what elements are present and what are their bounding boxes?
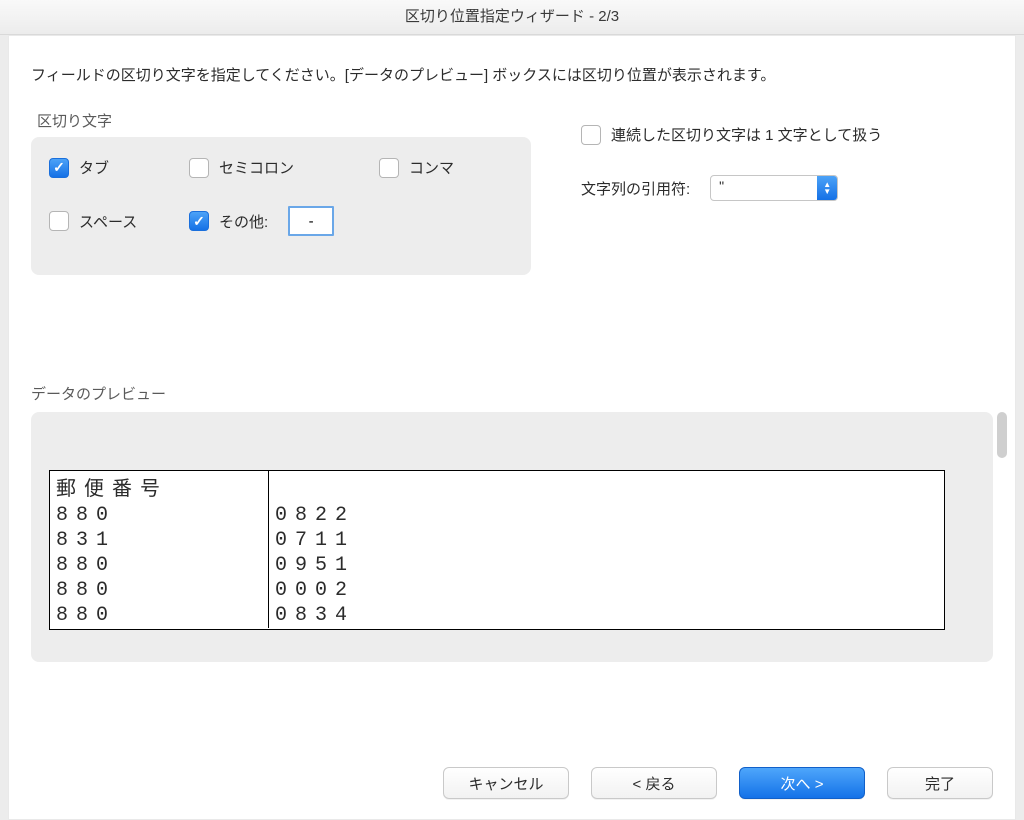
wizard-window: フィールドの区切り文字を指定してください。[データのプレビュー] ボックスには区…: [8, 35, 1016, 820]
text-qualifier-label: 文字列の引用符:: [581, 178, 690, 199]
space-checkbox[interactable]: [49, 211, 69, 231]
tab-checkbox[interactable]: [49, 158, 69, 178]
table-row: 8800951: [50, 553, 944, 578]
preview-cell: 0711: [269, 528, 944, 553]
instruction-text: フィールドの区切り文字を指定してください。[データのプレビュー] ボックスには区…: [31, 64, 993, 88]
next-button[interactable]: 次へ >: [739, 767, 865, 799]
preview-cell: 880: [50, 553, 268, 578]
space-checkbox-label: スペース: [79, 211, 137, 232]
table-row: 8800834: [50, 603, 944, 628]
preview-cell: 0822: [269, 503, 944, 528]
preview-cell: 831: [50, 528, 268, 553]
other-checkbox-label: その他:: [219, 211, 268, 232]
preview-cell: [269, 471, 944, 503]
text-qualifier-select[interactable]: " ▲▼: [710, 175, 838, 201]
preview-cell: 0834: [269, 603, 944, 628]
comma-checkbox[interactable]: [379, 158, 399, 178]
scrollbar-thumb[interactable]: [997, 412, 1007, 458]
table-row: 8310711: [50, 528, 944, 553]
preview-cell: 0951: [269, 553, 944, 578]
consecutive-delimiters-label: 連続した区切り文字は 1 文字として扱う: [611, 124, 882, 145]
other-delimiter-input[interactable]: [288, 206, 334, 236]
chevron-updown-icon: ▲▼: [817, 176, 837, 200]
preview-cell: 880: [50, 603, 268, 628]
preview-cell: 郵便番号: [50, 471, 268, 503]
back-button[interactable]: < 戻る: [591, 767, 717, 799]
semicolon-checkbox-label: セミコロン: [219, 157, 294, 178]
semicolon-checkbox[interactable]: [189, 158, 209, 178]
consecutive-delimiters-checkbox[interactable]: [581, 125, 601, 145]
other-checkbox[interactable]: [189, 211, 209, 231]
preview-box: 郵便番号 8800822 8310711 8800951 8800002 880…: [49, 470, 945, 630]
table-row: 郵便番号: [50, 471, 944, 503]
table-row: 8800822: [50, 503, 944, 528]
window-title: 区切り位置指定ウィザード - 2/3: [0, 0, 1024, 35]
preview-cell: 880: [50, 503, 268, 528]
finish-button[interactable]: 完了: [887, 767, 993, 799]
preview-title: データのプレビュー: [31, 383, 993, 404]
preview-panel: 郵便番号 8800822 8310711 8800951 8800002 880…: [31, 412, 993, 662]
delimiter-panel: タブ セミコロン コンマ スペース: [31, 137, 531, 275]
table-row: 8800002: [50, 578, 944, 603]
cancel-button[interactable]: キャンセル: [443, 767, 569, 799]
preview-cell: 0002: [269, 578, 944, 603]
delimiter-group-title: 区切り文字: [37, 110, 531, 131]
comma-checkbox-label: コンマ: [409, 157, 454, 178]
tab-checkbox-label: タブ: [79, 157, 109, 178]
text-qualifier-value: ": [711, 176, 817, 200]
preview-cell: 880: [50, 578, 268, 603]
